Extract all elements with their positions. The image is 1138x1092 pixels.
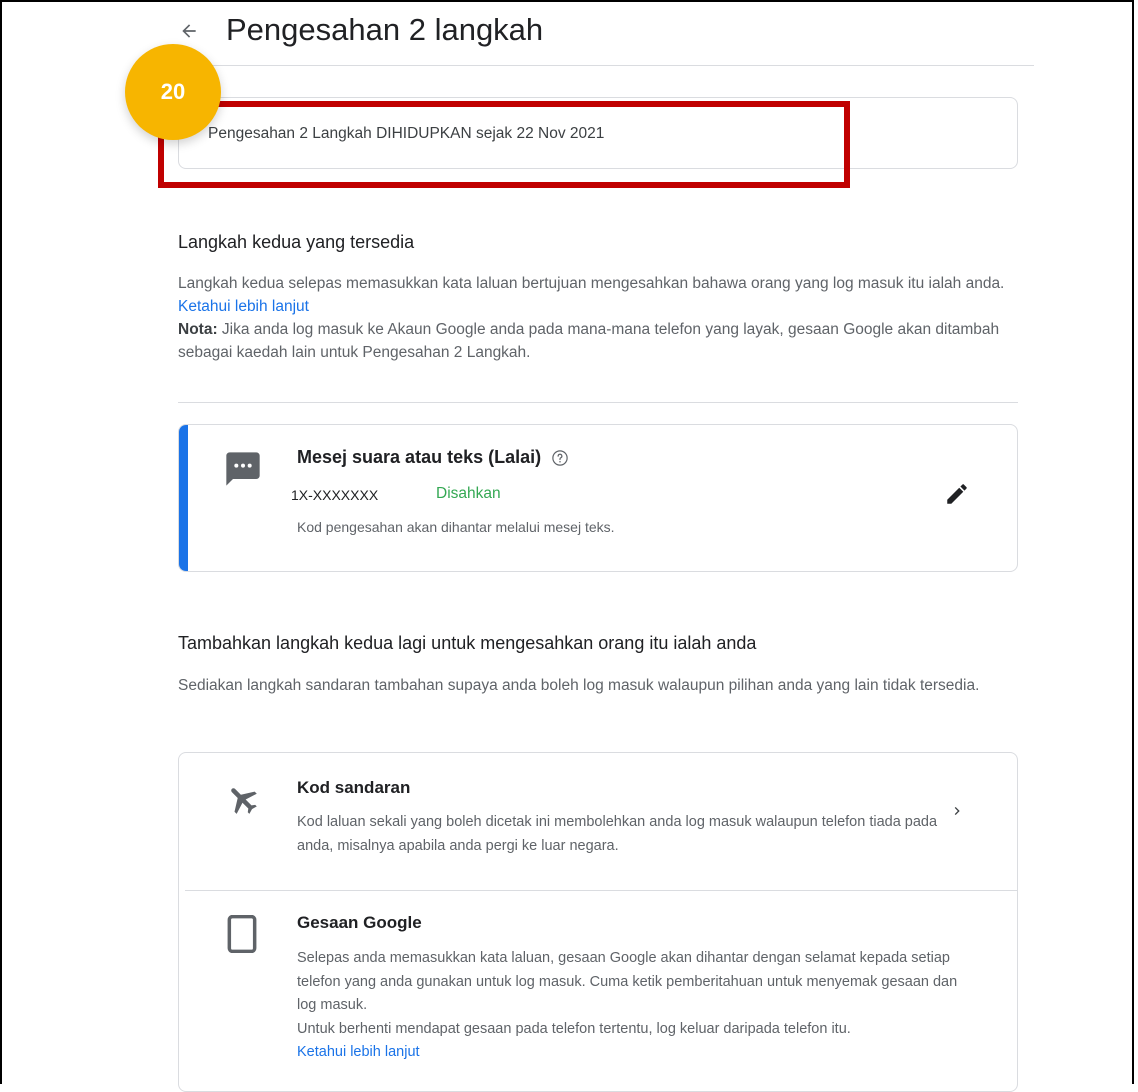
sms-method-card: Mesej suara atau teks (Lalai) 1X-XXXXXXX… [178,424,1018,572]
pencil-icon[interactable] [944,481,970,507]
method-title-text: Mesej suara atau teks (Lalai) [297,447,542,467]
available-steps-description: Langkah kedua selepas memasukkan kata la… [178,272,1028,364]
verified-status: Disahkan [436,485,501,502]
add-step-description: Sediakan langkah sandaran tambahan supay… [178,677,980,694]
step-number-badge: 20 [125,44,221,140]
section-divider [178,402,1018,403]
default-method-accent [179,425,188,571]
backup-options-card: Kod sandaran Kod laluan sekali yang bole… [178,752,1018,1092]
note-text: Jika anda log masuk ke Akaun Google anda… [178,321,1000,361]
smartphone-icon [227,915,257,953]
note-label: Nota: [178,321,218,338]
header-divider [178,65,1034,66]
back-button[interactable] [176,18,202,44]
method-description: Kod pengesahan akan dihantar melalui mes… [297,519,615,535]
option-title: Kod sandaran [297,778,411,797]
help-icon[interactable] [551,449,569,467]
backup-codes-option[interactable]: Kod sandaran Kod laluan sekali yang bole… [179,753,1017,890]
learn-more-link[interactable]: Ketahui lebih lanjut [178,298,309,315]
phone-number: 1X-XXXXXXX [291,487,379,503]
google-prompt-option[interactable]: Gesaan Google Selepas anda memasukkan ka… [179,891,1017,1091]
annotation-highlight-box [158,101,850,188]
sms-icon [226,452,260,486]
prompt-description: Selepas anda memasukkan kata laluan, ges… [297,950,958,1013]
page-title: Pengesahan 2 langkah [226,12,544,47]
prompt-learn-more-link[interactable]: Ketahui lebih lanjut [297,1044,420,1060]
option-description: Kod laluan sekali yang boleh dicetak ini… [297,814,938,854]
available-steps-heading: Langkah kedua yang tersedia [178,232,415,252]
available-desc-text: Langkah kedua selepas memasukkan kata la… [178,275,1005,292]
airplane-icon [231,788,257,814]
arrow-left-icon [182,24,196,38]
option-title: Gesaan Google [297,913,422,932]
prompt-description-2: Untuk berhenti mendapat gesaan pada tele… [297,1020,851,1037]
method-title: Mesej suara atau teks (Lalai) [297,447,569,468]
option-description: Selepas anda memasukkan kata laluan, ges… [297,947,977,1065]
add-step-heading: Tambahkan langkah kedua lagi untuk menge… [178,633,757,653]
chevron-right-icon [954,807,960,815]
